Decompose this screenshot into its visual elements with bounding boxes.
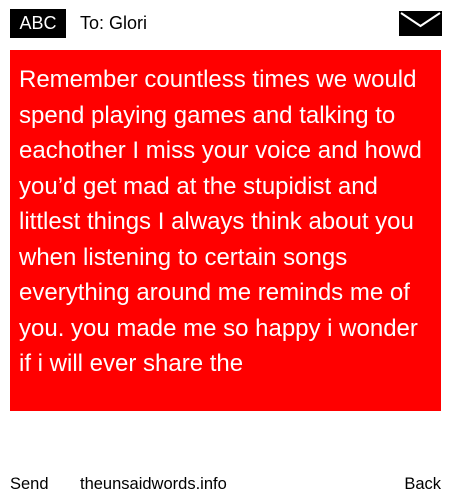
envelope-icon — [399, 11, 442, 36]
message-header: ABC To: Glori — [0, 0, 450, 46]
message-screen: ABC To: Glori Remember countless times w… — [0, 0, 450, 500]
back-link[interactable]: Back — [404, 472, 441, 496]
recipient-label: To: Glori — [80, 13, 148, 33]
message-text: Remember countless times we would spend … — [19, 66, 422, 377]
message-body: Remember countless times we would spend … — [10, 50, 441, 411]
abc-badge: ABC — [10, 9, 66, 38]
send-link[interactable]: Send — [10, 472, 49, 496]
site-link[interactable]: theunsaidwords.info — [80, 472, 227, 496]
